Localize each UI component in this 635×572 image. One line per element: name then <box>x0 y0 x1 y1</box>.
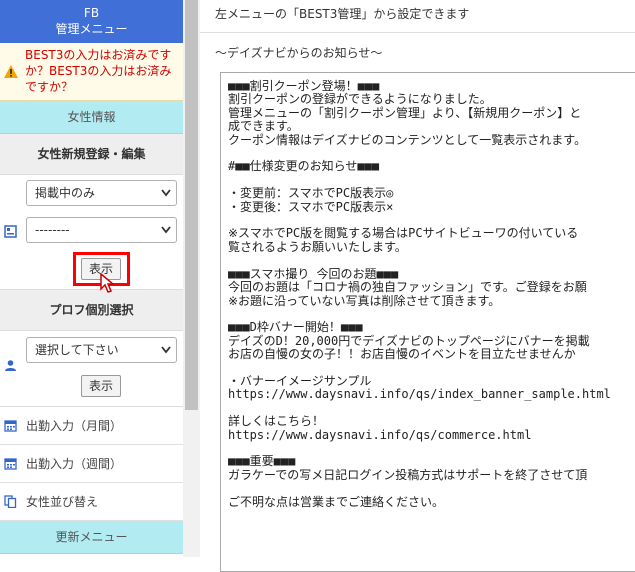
calendar-icon <box>4 420 17 432</box>
profile-select-value: 選択して下さい <box>35 343 119 357</box>
sidebar-scrollbar[interactable] <box>183 0 200 557</box>
intro-text: 左メニューの「BEST3管理」から設定できます <box>215 7 470 21</box>
news-body: ■■■割引クーポン登場！■■■ 割引クーポンの登録ができるようになりました。 管… <box>228 79 611 509</box>
header-title-line2: 管理メニュー <box>55 22 128 36</box>
profile-show-button[interactable]: 表示 <box>81 375 121 397</box>
warning-icon <box>4 65 18 78</box>
section-women-info[interactable]: 女性情報 <box>0 101 183 134</box>
calendar-icon <box>4 458 17 470</box>
profile-select[interactable]: 選択して下さい <box>26 337 177 363</box>
women-edit-form: 掲載中のみ -------- 表示 <box>0 175 183 293</box>
main-content: 左メニューの「BEST3管理」から設定できます 〜デイズナビからのお知らせ〜 ■… <box>200 0 635 572</box>
menu-women-sort[interactable]: 女性並び替え <box>0 483 183 521</box>
copy-icon <box>4 495 17 508</box>
id-card-icon <box>4 225 17 238</box>
sidebar: FB 管理メニュー BEST3の入力はお済みですか？BEST3の入力はお済みです… <box>0 0 183 557</box>
profile-select-form: 選択して下さい 表示 <box>0 331 183 407</box>
scrollbar-thumb[interactable] <box>185 0 198 410</box>
status-select[interactable]: 掲載中のみ <box>26 180 177 206</box>
menu-label: 女性並び替え <box>26 495 99 509</box>
chevron-down-icon <box>161 189 171 197</box>
status-select-value: 掲載中のみ <box>35 186 96 200</box>
chevron-down-icon <box>161 226 171 234</box>
menu-label: 出勤入力（週間） <box>26 457 123 471</box>
menu-label: 出勤入力（月間） <box>26 419 123 433</box>
woman-select[interactable]: -------- <box>26 217 177 243</box>
menu-attendance-weekly[interactable]: 出勤入力（週間） <box>0 445 183 483</box>
news-heading: 〜デイズナビからのお知らせ〜 <box>215 46 383 60</box>
warning-text[interactable]: BEST3の入力はお済みですか？BEST3の入力はお済みですか？ <box>25 47 179 95</box>
section-update-menu[interactable]: 更新メニュー <box>0 521 183 554</box>
section-profile-select: プロフ個別選択 <box>0 290 183 331</box>
chevron-down-icon <box>161 346 171 354</box>
admin-menu-header: FB 管理メニュー <box>0 0 183 43</box>
header-title-line1: FB <box>83 6 100 20</box>
news-textarea[interactable]: ■■■割引クーポン登場！■■■ 割引クーポンの登録ができるようになりました。 管… <box>220 72 635 572</box>
menu-attendance-monthly[interactable]: 出勤入力（月間） <box>0 407 183 445</box>
section-new-edit: 女性新規登録・編集 <box>0 134 183 175</box>
woman-select-value: -------- <box>35 223 70 237</box>
mouse-cursor-icon <box>100 273 116 293</box>
user-icon <box>5 360 16 371</box>
best3-warning[interactable]: BEST3の入力はお済みですか？BEST3の入力はお済みですか？ <box>0 43 183 101</box>
divider <box>200 32 635 33</box>
